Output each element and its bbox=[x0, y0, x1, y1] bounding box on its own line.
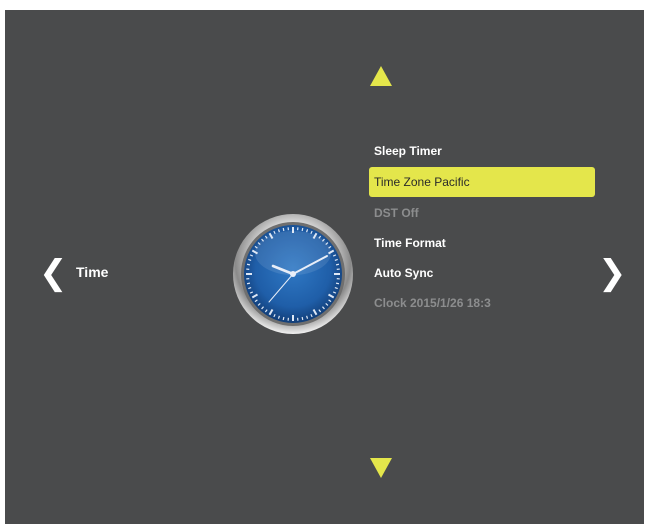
menu-item-clock-2015-1-26-18-3: Clock 2015/1/26 18:3 bbox=[374, 296, 491, 310]
clock-icon bbox=[232, 213, 354, 335]
menu-item-sleep-timer[interactable]: Sleep Timer bbox=[369, 136, 595, 166]
chevron-right-icon[interactable]: ❯ bbox=[598, 256, 627, 290]
chevron-left-icon[interactable]: ❮ bbox=[39, 256, 68, 290]
menu-item-time-format[interactable]: Time Format bbox=[369, 228, 595, 258]
settings-screen: ❮ Time Sleep Timer Time Zone Pacific DST… bbox=[5, 10, 644, 524]
category-title: Time bbox=[76, 264, 109, 280]
menu-item-auto-sync[interactable]: Auto Sync bbox=[369, 258, 595, 288]
menu-item-time-zone-pacific[interactable]: Time Zone Pacific bbox=[369, 167, 595, 197]
triangle-down-icon[interactable] bbox=[370, 458, 392, 478]
triangle-up-icon[interactable] bbox=[370, 66, 392, 86]
time-settings-menu: Sleep Timer Time Zone Pacific DST Off Time … bbox=[369, 136, 595, 318]
menu-item-dst-off: DST Off bbox=[374, 206, 419, 220]
